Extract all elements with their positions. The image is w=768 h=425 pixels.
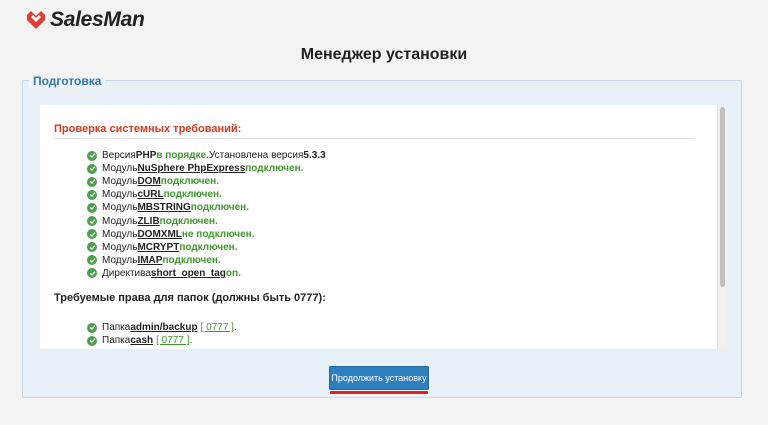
label-text: Модуль	[102, 202, 138, 214]
status-text: подключен.	[159, 215, 218, 227]
check-icon	[87, 229, 97, 240]
item-name-link[interactable]: IMAP	[137, 255, 162, 266]
check-icon	[87, 335, 97, 346]
header-logo[interactable]: SalesMan	[25, 8, 145, 32]
list-item: Директива short_open_tag on.	[87, 267, 326, 280]
status-text: не подключен.	[181, 228, 255, 240]
check-icon	[87, 176, 97, 187]
check-icon	[87, 322, 97, 333]
list-item: Папка cash[ 0777 ].	[87, 334, 237, 347]
value-text: 5.3.3	[303, 150, 326, 162]
folder-permissions-list: Папка admin/backup[ 0777 ]. Папка cash[ 0…	[87, 321, 237, 347]
check-icon	[87, 202, 97, 213]
label-text: Папка	[102, 322, 131, 334]
list-item: Модуль DOM подключен.	[87, 175, 326, 188]
item-name-link[interactable]: NuSphere PhpExpress	[137, 163, 245, 174]
panel-legend: Подготовка	[29, 74, 106, 88]
item-name-link[interactable]: DOM	[137, 176, 160, 187]
scrollbar-thumb[interactable]	[720, 107, 725, 287]
label-text: Версия	[102, 150, 136, 162]
label-text: Установлена версия	[208, 150, 304, 162]
requirements-scroll-area[interactable]: Проверка системных требований: Версия PH…	[40, 105, 727, 349]
folder-permissions-heading: Требуемые права для папок (должны быть 0…	[54, 292, 326, 304]
check-icon	[87, 163, 97, 174]
list-item: Версия PHP в порядке. Установлена версия…	[87, 149, 326, 162]
page-title: Менеджер установки	[300, 46, 468, 63]
check-icon	[87, 150, 97, 161]
list-item: Модуль NuSphere PhpExpress подключен.	[87, 162, 326, 175]
installation-panel: Подготовка Проверка системных требований…	[22, 74, 742, 398]
label-text: Директива	[102, 267, 151, 279]
list-item: Модуль DOMXML не подключен.	[87, 228, 326, 241]
status-text: подключен.	[190, 202, 249, 214]
label-text: Папка	[102, 335, 131, 347]
status-text: on.	[225, 267, 241, 279]
status-text: подключен.	[163, 189, 222, 201]
list-item: Папка admin/backup [ 0777 ].	[87, 321, 237, 334]
permission-link[interactable]: [ 0777 ]	[201, 322, 234, 333]
item-name-link[interactable]: ZLIB	[137, 216, 159, 227]
salesman-logo-icon	[27, 11, 45, 29]
check-icon	[87, 242, 97, 253]
logo-text: SalesMan	[50, 8, 145, 31]
item-name-link[interactable]: cURL	[137, 189, 163, 200]
vertical-scrollbar[interactable]	[717, 105, 727, 349]
label-text: Модуль	[102, 189, 138, 201]
label-text: Модуль	[102, 215, 138, 227]
item-name-link[interactable]: short_open_tag	[151, 268, 226, 279]
status-text: подключен.	[245, 163, 304, 175]
item-name-link[interactable]: MCRYPT	[137, 242, 179, 253]
check-icon	[87, 189, 97, 200]
item-name-link[interactable]: MBSTRING	[137, 202, 190, 213]
label-text: Модуль	[102, 241, 138, 253]
system-requirements-heading: Проверка системных требований:	[54, 123, 242, 135]
list-item: Модуль MBSTRING подключен.	[87, 201, 326, 214]
list-item: Модуль IMAP подключен.	[87, 254, 326, 267]
list-item: Модуль cURL подключен.	[87, 188, 326, 201]
label-text: .	[189, 335, 193, 347]
permission-link[interactable]: [ 0777 ]	[156, 335, 189, 346]
value-text: PHP	[135, 150, 157, 162]
check-icon	[87, 255, 97, 266]
list-item: Модуль ZLIB подключен.	[87, 214, 326, 227]
label-text: Модуль	[102, 163, 138, 175]
check-icon	[87, 216, 97, 227]
status-text: подключен.	[179, 241, 238, 253]
continue-install-button[interactable]: Продолжить установку	[329, 366, 429, 390]
divider	[54, 138, 694, 139]
system-requirements-list: Версия PHP в порядке. Установлена версия…	[87, 149, 326, 280]
label-text: Модуль	[102, 176, 138, 188]
label-text: Модуль	[102, 228, 138, 240]
button-highlight-underline	[330, 391, 428, 394]
list-item: Модуль MCRYPT подключен.	[87, 241, 326, 254]
label-text: Модуль	[102, 254, 138, 266]
label-text: .	[233, 322, 237, 334]
status-text: в порядке.	[156, 150, 209, 162]
check-icon	[87, 268, 97, 279]
item-name-link[interactable]: DOMXML	[137, 229, 181, 240]
status-text: подключен.	[162, 254, 221, 266]
item-name-link[interactable]: cash	[130, 335, 153, 346]
status-text: подключен.	[160, 176, 219, 188]
item-name-link[interactable]: admin/backup	[130, 322, 197, 333]
